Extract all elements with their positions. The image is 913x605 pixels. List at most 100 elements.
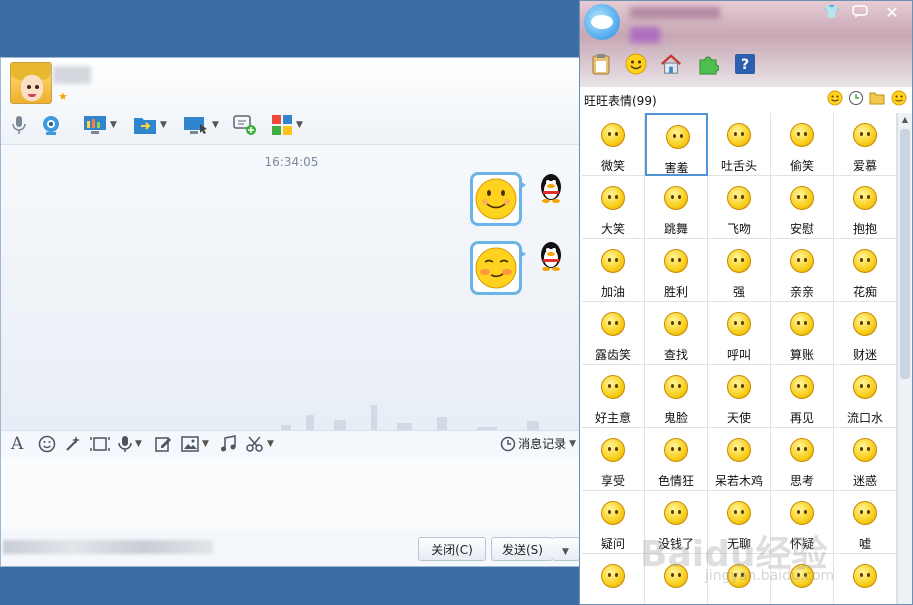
emoticon-cell[interactable]: 大笑 <box>582 176 645 239</box>
voice-message-icon[interactable]: ▼ <box>118 434 142 454</box>
magic-wand-icon[interactable] <box>64 434 82 454</box>
folder-icon[interactable] <box>869 90 885 109</box>
emoticon-cell[interactable]: 再见 <box>771 365 834 428</box>
emoticon-cell[interactable]: 飞吻 <box>708 176 771 239</box>
emoticon-face-icon <box>727 501 751 525</box>
screenshot-icon[interactable] <box>90 434 110 454</box>
send-button[interactable]: 发送(S) <box>491 537 553 561</box>
emoticon-cell[interactable]: 胜利 <box>645 239 708 302</box>
emoticon-label: 再见 <box>789 411 814 425</box>
screen-share-icon[interactable]: ▼ <box>183 114 219 136</box>
emoticon-cell[interactable]: 天使 <box>708 365 771 428</box>
apps-grid-icon[interactable]: ▼ <box>271 114 303 136</box>
emoticon-cell[interactable]: 疑问 <box>582 491 645 554</box>
image-icon[interactable]: ▼ <box>181 434 209 454</box>
message-area[interactable]: 16:34:05 <box>1 144 582 445</box>
close-button[interactable]: 关闭(C) <box>418 537 486 561</box>
emoticon-icon[interactable] <box>38 434 56 454</box>
emoticon-face-icon <box>664 186 688 210</box>
avatar[interactable] <box>10 62 52 104</box>
close-icon[interactable]: ✕ <box>880 5 904 21</box>
emoticon-cell[interactable]: 流口水 <box>834 365 897 428</box>
emoticon-label: 偷笑 <box>789 159 814 173</box>
voice-call-icon[interactable] <box>9 114 29 136</box>
chat-window: ★ ▼ ▼ ▼ ▼ 16:34:05 A ▼ ▼ ▼ 消息记录 ▼ 关闭(C) … <box>0 57 583 567</box>
emoticon-manager-icon[interactable] <box>890 90 908 109</box>
emoticon-face-icon <box>664 312 688 336</box>
emoticon-cell[interactable]: 爱慕 <box>834 113 897 176</box>
bottom-bar: 关闭(C) 发送(S) ▼ <box>1 532 582 566</box>
emoticon-cell[interactable]: 亲亲 <box>771 239 834 302</box>
message-history-button[interactable]: 消息记录 ▼ <box>500 435 576 452</box>
emoticon-cell[interactable]: 花痴 <box>834 239 897 302</box>
emoticon-cell[interactable] <box>582 554 645 604</box>
help-icon[interactable]: ? <box>734 53 756 75</box>
emoticon-tab-icon[interactable] <box>625 53 647 75</box>
emoticon-cell[interactable]: 强 <box>708 239 771 302</box>
plugin-icon[interactable] <box>697 53 719 75</box>
video-call-icon[interactable] <box>39 114 63 136</box>
chat-header: ★ ▼ ▼ ▼ ▼ <box>1 58 582 144</box>
emoticon-cell[interactable]: 嘘 <box>834 491 897 554</box>
emoticon-cell[interactable]: 呆若木鸡 <box>708 428 771 491</box>
message-input[interactable] <box>1 457 582 529</box>
music-icon[interactable] <box>220 434 236 454</box>
skin-icon[interactable]: 👕 <box>820 5 844 21</box>
blurred-name <box>630 7 720 19</box>
emoticon-cell[interactable]: 呼叫 <box>708 302 771 365</box>
message-bubble[interactable] <box>470 172 526 226</box>
emoticon-face-icon <box>790 312 814 336</box>
font-icon[interactable]: A <box>11 434 23 454</box>
emoticon-cell[interactable]: 安慰 <box>771 176 834 239</box>
clipboard-icon[interactable] <box>590 53 612 75</box>
watermark-url: jingyan.baidu.com <box>705 568 835 584</box>
home-icon[interactable] <box>660 53 682 75</box>
app-logo-icon <box>584 4 620 40</box>
emoticon-cell[interactable]: 加油 <box>582 239 645 302</box>
emoticon-cell[interactable]: 迷惑 <box>834 428 897 491</box>
message-icon[interactable] <box>848 5 872 21</box>
emoticon-face-icon <box>853 186 877 210</box>
emoticon-face-icon <box>853 438 877 462</box>
edit-icon[interactable] <box>154 434 172 454</box>
emoticon-cell[interactable]: 抱抱 <box>834 176 897 239</box>
send-file-icon[interactable]: ▼ <box>133 114 167 136</box>
emoticon-face-icon <box>727 249 751 273</box>
emoticon-label: 花痴 <box>852 285 877 299</box>
scroll-up-icon[interactable]: ▲ <box>898 113 912 127</box>
scissors-icon[interactable]: ▼ <box>246 434 274 454</box>
remote-desktop-icon[interactable]: ▼ <box>83 114 117 136</box>
add-comment-icon[interactable] <box>233 114 257 136</box>
emoticon-face-icon <box>853 564 877 588</box>
emoticon-cell[interactable]: 偷笑 <box>771 113 834 176</box>
emoticon-label: 财迷 <box>852 348 877 362</box>
emoticon-cell[interactable]: 色情狂 <box>645 428 708 491</box>
emoticon-cell[interactable]: 鬼脸 <box>645 365 708 428</box>
emoticon-cell[interactable]: 财迷 <box>834 302 897 365</box>
message-timestamp: 16:34:05 <box>264 155 319 169</box>
emoticon-cell[interactable]: 享受 <box>582 428 645 491</box>
scroll-thumb[interactable] <box>900 129 910 379</box>
scrollbar[interactable]: ▲ <box>897 113 912 604</box>
emoticon-label: 安慰 <box>789 222 814 236</box>
emoticon-cell[interactable]: 露齿笑 <box>582 302 645 365</box>
emoticon-cell[interactable]: 微笑 <box>582 113 645 176</box>
emoticon-label: 嘘 <box>858 537 871 551</box>
emoticon-face-icon <box>727 123 751 147</box>
emoticon-cell[interactable]: 算账 <box>771 302 834 365</box>
emoticon-label: 飞吻 <box>726 222 751 236</box>
emoticon-cell[interactable]: 好主意 <box>582 365 645 428</box>
emoticon-label: 思考 <box>789 474 814 488</box>
add-emoticon-icon[interactable] <box>848 90 864 109</box>
emoticon-cell[interactable]: 吐舌头 <box>708 113 771 176</box>
emoticon-cell[interactable]: 思考 <box>771 428 834 491</box>
emoticon-cell[interactable]: 跳舞 <box>645 176 708 239</box>
emoticon-face-icon <box>664 249 688 273</box>
emoticon-label: 流口水 <box>846 411 883 425</box>
message-bubble[interactable] <box>470 241 526 295</box>
send-options-button[interactable]: ▼ <box>552 537 580 561</box>
emoticon-cell[interactable]: 害羞 <box>645 113 708 176</box>
emoticon-small-icon[interactable] <box>827 90 843 109</box>
emoticon-cell[interactable]: 查找 <box>645 302 708 365</box>
emoticon-cell[interactable] <box>834 554 897 604</box>
